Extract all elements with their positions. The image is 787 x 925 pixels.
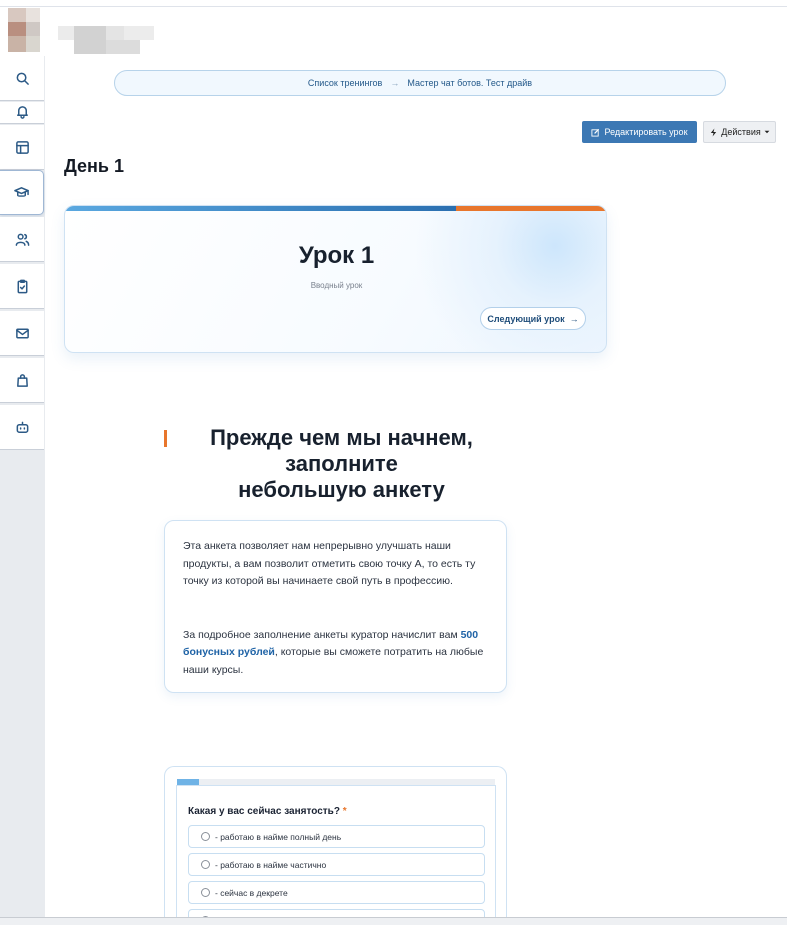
day-title: День 1 xyxy=(64,156,125,176)
layout-icon xyxy=(15,140,29,154)
lightning-icon xyxy=(711,127,717,137)
breadcrumb-parent-link[interactable]: Список тренингов xyxy=(308,78,382,88)
lesson-progress-bar xyxy=(65,206,456,211)
survey-option[interactable]: - работаю в найме частично xyxy=(188,853,485,876)
logo[interactable] xyxy=(0,8,160,56)
sidebar-item-dashboard[interactable] xyxy=(0,125,44,170)
lesson-subtitle: Вводный урок xyxy=(310,281,363,290)
sidebar-item-search[interactable] xyxy=(0,56,44,101)
section-heading: Прежде чем мы начнем, заполните небольшу… xyxy=(175,425,508,503)
shopping-bag-icon xyxy=(16,373,28,387)
clipboard-check-icon xyxy=(17,279,27,293)
sidebar-item-notifications[interactable] xyxy=(0,102,44,124)
required-mark: * xyxy=(342,806,347,817)
survey-option-label: - работаю в найме частично xyxy=(215,859,327,870)
sidebar xyxy=(0,56,45,925)
survey-option[interactable]: - сейчас в декрете xyxy=(188,881,485,904)
sidebar-item-bots[interactable] xyxy=(0,405,44,450)
sidebar-item-mail[interactable] xyxy=(0,311,44,356)
section-heading-line1: Прежде чем мы начнем, xyxy=(210,425,473,450)
info-paragraph-2-start: За подробное заполнение анкеты куратор н… xyxy=(183,628,461,641)
radio-button[interactable] xyxy=(201,888,210,897)
caret-down-icon xyxy=(764,130,770,134)
next-lesson-label: Следующий урок xyxy=(487,313,565,324)
search-icon xyxy=(16,72,29,85)
breadcrumb: Список тренингов → Мастер чат ботов. Тес… xyxy=(114,70,726,96)
top-divider xyxy=(0,6,787,7)
sidebar-item-tasks[interactable] xyxy=(0,264,44,309)
breadcrumb-separator: → xyxy=(390,78,400,88)
edit-icon xyxy=(591,128,600,137)
survey-question: Какая у вас сейчас занятость? * xyxy=(188,806,347,817)
section-heading-line3: небольшую анкету xyxy=(238,477,445,502)
mail-icon xyxy=(15,328,29,338)
graduation-cap-icon xyxy=(14,187,29,197)
breadcrumb-current[interactable]: Мастер чат ботов. Тест драйв xyxy=(407,78,532,88)
heading-accent-mark xyxy=(164,430,167,447)
info-paragraph-2: За подробное заполнение анкеты куратор н… xyxy=(183,627,488,680)
lesson-title: Урок 1 xyxy=(298,242,375,269)
radio-button[interactable] xyxy=(201,832,210,841)
sidebar-item-shop[interactable] xyxy=(0,358,44,403)
edit-lesson-label: Редактировать урок xyxy=(604,127,688,137)
bell-icon xyxy=(16,106,28,119)
survey-option-label: - работаю в найме полный день xyxy=(215,831,342,842)
survey-option-label: - сейчас в декрете xyxy=(215,887,288,898)
survey-option[interactable]: - работаю в найме полный день xyxy=(188,825,485,848)
bottom-scroll-edge xyxy=(0,917,787,925)
bot-icon xyxy=(16,421,28,433)
arrow-right-icon: → xyxy=(569,313,579,324)
info-paragraph-1: Эта анкета позволяет нам непрерывно улуч… xyxy=(183,540,476,587)
survey-form: Какая у вас сейчас занятость? * - работа… xyxy=(164,766,507,925)
radio-button[interactable] xyxy=(201,860,210,869)
survey-question-text: Какая у вас сейчас занятость? xyxy=(188,806,340,817)
sidebar-item-trainings[interactable] xyxy=(0,170,44,215)
edit-lesson-button[interactable]: Редактировать урок xyxy=(582,121,697,143)
info-card: Эта анкета позволяет нам непрерывно улуч… xyxy=(164,520,507,693)
actions-dropdown[interactable]: Действия xyxy=(703,121,776,143)
sidebar-item-users[interactable] xyxy=(0,217,44,262)
users-icon xyxy=(15,233,29,246)
next-lesson-button[interactable]: Следующий урок → xyxy=(480,307,586,330)
section-heading-line2: заполните xyxy=(285,451,398,476)
lesson-card: Урок 1 Вводный урок Следующий урок → xyxy=(64,205,607,353)
actions-label: Действия xyxy=(721,127,761,137)
survey-question-block: Какая у вас сейчас занятость? * - работа… xyxy=(176,785,496,925)
lesson-progress-accent xyxy=(456,206,606,211)
